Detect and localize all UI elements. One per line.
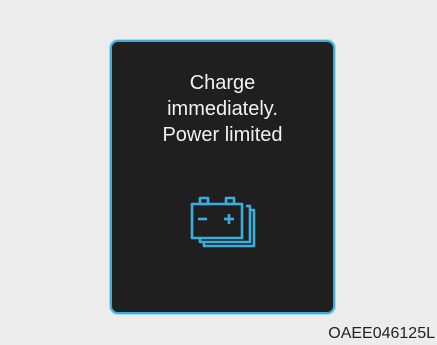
figure-code: OAEE046125L [328, 325, 435, 342]
warning-line-3: Power limited [162, 124, 283, 146]
warning-line-1: Charge [189, 72, 256, 94]
battery-warning-icon [190, 196, 256, 248]
warning-line-2: immediately. [167, 98, 278, 120]
warning-message: Charge immediately. Power limited [112, 70, 333, 148]
cluster-warning-display: Charge immediately. Power limited [110, 40, 335, 314]
